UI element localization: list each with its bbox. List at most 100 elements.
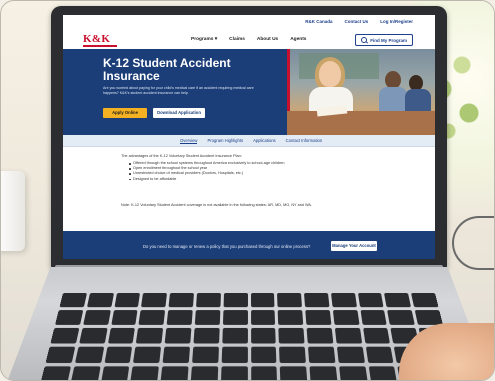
- keyboard-key: [277, 310, 304, 325]
- desk: [287, 111, 435, 135]
- link-log-in-register[interactable]: Log In/Register: [380, 19, 413, 24]
- nav-claims[interactable]: Claims: [229, 37, 245, 42]
- link-contact-us[interactable]: Contact Us: [344, 19, 368, 24]
- keyboard-key: [190, 366, 218, 380]
- keyboard-key: [141, 293, 168, 308]
- download-application-button[interactable]: Download Application: [153, 108, 205, 118]
- keyboard-key: [74, 346, 104, 364]
- manage-account-button[interactable]: Manage Your Account: [331, 241, 377, 251]
- laptop-screen: R&K Canada Contact Us Log In/Register K&…: [63, 15, 435, 259]
- keyboard-key: [40, 366, 71, 380]
- keyboard-key: [309, 366, 338, 380]
- keyboard-key: [82, 310, 111, 325]
- keyboard-key: [365, 346, 394, 364]
- keyboard-key: [223, 293, 248, 308]
- find-my-program-label: Find My Program: [370, 37, 407, 43]
- keyboard-key: [133, 346, 162, 364]
- keyboard-key: [168, 293, 194, 308]
- keyboard-key: [304, 293, 330, 308]
- keyboard-key: [221, 327, 248, 344]
- logo[interactable]: K&K: [83, 33, 110, 45]
- keyboard-key: [306, 327, 334, 344]
- keyboard-key: [250, 346, 277, 364]
- logo-underline: [83, 45, 117, 47]
- keyboard-key: [78, 327, 108, 344]
- keyboard-key: [277, 293, 303, 308]
- keyboard-key: [305, 310, 332, 325]
- advantages-intro: The advantages of the K-12 Voluntary Stu…: [121, 154, 242, 158]
- keyboard-key: [138, 310, 166, 325]
- link-canada[interactable]: R&K Canada: [305, 19, 332, 24]
- keyboard-key: [194, 310, 221, 325]
- search-icon: [361, 37, 368, 43]
- keyboard-key: [110, 310, 138, 325]
- keyboard-key: [384, 293, 412, 308]
- keyboard-key: [357, 293, 384, 308]
- keyboard-key: [360, 310, 388, 325]
- keyboard-key: [332, 310, 360, 325]
- keyboard-key: [362, 327, 391, 344]
- nav-agents[interactable]: Agents: [290, 37, 306, 42]
- hero-image-classroom: [287, 49, 435, 135]
- main-nav-bar: K&K Programs ▾ Claims About Us Agents Fi…: [63, 29, 435, 50]
- keyboard-key: [368, 366, 398, 380]
- overview-content: The advantages of the K-12 Voluntary Stu…: [63, 147, 435, 231]
- nav-programs[interactable]: Programs ▾: [191, 37, 217, 42]
- keyboard-key: [114, 293, 141, 308]
- tab-program-highlights[interactable]: Program Highlights: [207, 138, 243, 144]
- keyboard-key: [222, 310, 248, 325]
- keyboard-key: [414, 310, 443, 325]
- keyboard-key: [330, 293, 357, 308]
- tab-applications[interactable]: Applications: [253, 138, 276, 144]
- keyboard-key: [250, 327, 277, 344]
- photo-background: R&K Canada Contact Us Log In/Register K&…: [0, 0, 495, 381]
- keyboard-key: [250, 366, 278, 380]
- eyeglasses: [452, 216, 494, 270]
- tab-contact-information[interactable]: Contact Information: [286, 138, 323, 144]
- keyboard-key: [221, 346, 248, 364]
- keyboard-key: [55, 310, 84, 325]
- keyboard-key: [166, 310, 193, 325]
- keyboard-key: [130, 366, 160, 380]
- page-tabs: Overview Program Highlights Applications…: [63, 135, 435, 147]
- availability-note: Note: K-12 Voluntary Student Accident co…: [121, 203, 312, 207]
- keyboard-key: [107, 327, 136, 344]
- nav-about-us[interactable]: About Us: [257, 37, 278, 42]
- hero-title: K-12 Student Accident Insurance: [103, 56, 231, 83]
- keyboard-key: [136, 327, 164, 344]
- keyboard-key: [336, 346, 365, 364]
- keyboard-key: [193, 327, 220, 344]
- tab-overview[interactable]: Overview: [180, 138, 198, 144]
- keyboard-key: [160, 366, 189, 380]
- keyboard-key: [59, 293, 87, 308]
- keyboard-key: [162, 346, 190, 364]
- keyboard-key: [334, 327, 362, 344]
- top-utility-bar: R&K Canada Contact Us Log In/Register: [63, 15, 435, 29]
- student-body: [379, 87, 407, 113]
- keyboard-key: [338, 366, 368, 380]
- keyboard-key: [279, 346, 306, 364]
- keyboard-key: [250, 293, 275, 308]
- apply-online-button[interactable]: Apply Online: [103, 108, 147, 118]
- list-item: Designed to be affordable: [129, 177, 284, 182]
- keyboard-key: [220, 366, 248, 380]
- banner-text: Do you need to manage or renew a policy …: [143, 244, 311, 249]
- keyboard-key: [50, 327, 80, 344]
- keyboard-key: [280, 366, 308, 380]
- girl-face: [319, 61, 341, 87]
- main-nav: Programs ▾ Claims About Us Agents: [191, 37, 306, 42]
- keyboard-key: [250, 310, 276, 325]
- find-my-program-button[interactable]: Find My Program: [355, 34, 413, 46]
- keyboard-key: [192, 346, 219, 364]
- keyboard-key: [45, 346, 76, 364]
- keyboard-key: [86, 293, 114, 308]
- keyboard-key: [411, 293, 439, 308]
- account-banner: Do you need to manage or renew a policy …: [63, 231, 435, 259]
- hero-section: K-12 Student Accident Insurance Are you …: [63, 49, 435, 135]
- advantages-list: Offered through the school systems throu…: [129, 161, 284, 182]
- coffee-mug: [1, 171, 25, 251]
- student-body: [405, 89, 431, 113]
- keyboard-key: [195, 293, 221, 308]
- laptop-keyboard: [40, 293, 458, 380]
- utility-links: R&K Canada Contact Us Log In/Register: [305, 19, 413, 24]
